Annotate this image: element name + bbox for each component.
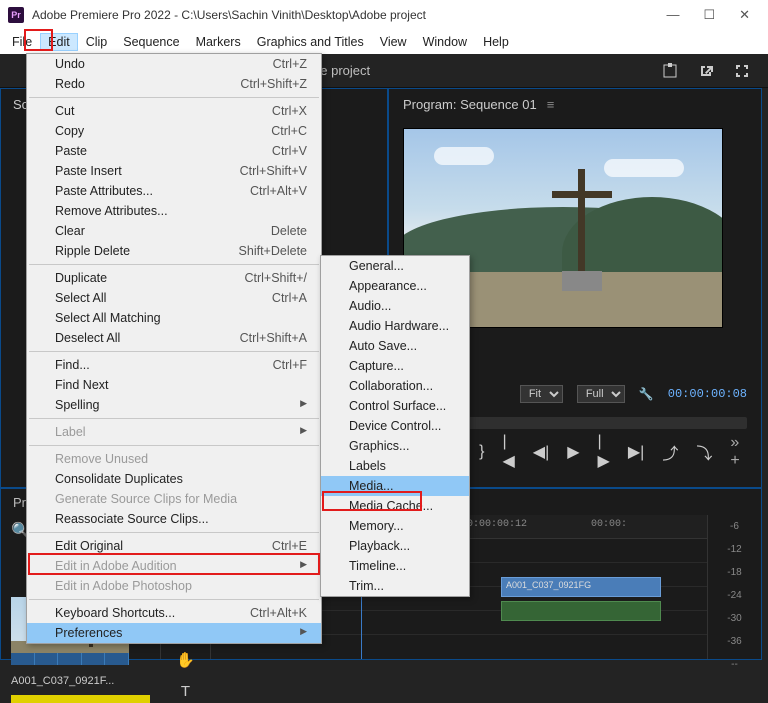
menu-markers[interactable]: Markers: [188, 33, 249, 51]
edit-menu-item[interactable]: Deselect AllCtrl+Shift+A: [27, 328, 321, 348]
prefs-submenu-item[interactable]: Audio...: [321, 296, 469, 316]
edit-menu: UndoCtrl+ZRedoCtrl+Shift+Z CutCtrl+XCopyC…: [26, 53, 322, 644]
edit-menu-item: Generate Source Clips for Media: [27, 489, 321, 509]
prefs-submenu-item[interactable]: Media Cache...: [321, 496, 469, 516]
prefs-submenu-item[interactable]: Collaboration...: [321, 376, 469, 396]
export-icon[interactable]: [698, 63, 714, 79]
edit-menu-item[interactable]: PasteCtrl+V: [27, 141, 321, 161]
extract-icon[interactable]: ⤵: [696, 440, 712, 464]
edit-menu-item[interactable]: Remove Attributes...: [27, 201, 321, 221]
edit-menu-item[interactable]: ClearDelete: [27, 221, 321, 241]
more-icon[interactable]: » +: [730, 434, 747, 470]
step-forward-icon[interactable]: |▶: [598, 433, 610, 471]
edit-menu-item[interactable]: Paste Attributes...Ctrl+Alt+V: [27, 181, 321, 201]
prefs-submenu-item[interactable]: Media...: [321, 476, 469, 496]
menu-graphics[interactable]: Graphics and Titles: [249, 33, 372, 51]
add-workspace-icon[interactable]: [662, 63, 678, 79]
prefs-submenu-item[interactable]: Audio Hardware...: [321, 316, 469, 336]
prefs-submenu-item[interactable]: Playback...: [321, 536, 469, 556]
fit-select[interactable]: Fit: [520, 385, 563, 403]
timecode-right: 00:00:00:08: [668, 387, 747, 401]
settings-icon[interactable]: 🔧: [639, 387, 654, 401]
resolution-select[interactable]: Full: [577, 385, 625, 403]
edit-menu-item[interactable]: RedoCtrl+Shift+Z: [27, 74, 321, 94]
menu-help[interactable]: Help: [475, 33, 517, 51]
audio-clip[interactable]: [501, 601, 661, 621]
edit-menu-item[interactable]: Paste InsertCtrl+Shift+V: [27, 161, 321, 181]
lift-icon[interactable]: ⤴: [662, 440, 678, 464]
prefs-submenu-item[interactable]: Labels: [321, 456, 469, 476]
menu-bar: File Edit Clip Sequence Markers Graphics…: [0, 30, 768, 54]
edit-menu-item[interactable]: UndoCtrl+Z: [27, 54, 321, 74]
clip-selection-bar: [11, 695, 150, 703]
edit-menu-item[interactable]: Preferences▶: [27, 623, 321, 643]
edit-menu-item[interactable]: Find Next: [27, 375, 321, 395]
edit-menu-item: Label▶: [27, 422, 321, 442]
mark-out-icon[interactable]: }: [479, 443, 484, 461]
prefs-submenu-item[interactable]: General...: [321, 256, 469, 276]
menu-view[interactable]: View: [372, 33, 415, 51]
program-header: Program: Sequence 01: [403, 97, 537, 112]
edit-menu-item: Edit in Adobe Photoshop: [27, 576, 321, 596]
edit-menu-item[interactable]: Keyboard Shortcuts...Ctrl+Alt+K: [27, 603, 321, 623]
edit-menu-item[interactable]: Find...Ctrl+F: [27, 355, 321, 375]
fullscreen-icon[interactable]: [734, 63, 750, 79]
edit-menu-item[interactable]: CopyCtrl+C: [27, 121, 321, 141]
window-title: Adobe Premiere Pro 2022 - C:\Users\Sachi…: [32, 8, 426, 22]
app-icon: Pr: [8, 7, 24, 23]
prefs-submenu-item[interactable]: Timeline...: [321, 556, 469, 576]
edit-menu-item[interactable]: DuplicateCtrl+Shift+/: [27, 268, 321, 288]
minimize-button[interactable]: —: [666, 7, 679, 23]
edit-menu-item[interactable]: Edit OriginalCtrl+E: [27, 536, 321, 556]
prefs-submenu-item[interactable]: Trim...: [321, 576, 469, 596]
edit-menu-item[interactable]: Select AllCtrl+A: [27, 288, 321, 308]
prefs-submenu-item[interactable]: Auto Save...: [321, 336, 469, 356]
edit-menu-item[interactable]: Spelling▶: [27, 395, 321, 415]
title-bar: Pr Adobe Premiere Pro 2022 - C:\Users\Sa…: [0, 0, 768, 30]
edit-menu-item[interactable]: Select All Matching: [27, 308, 321, 328]
clip-label: A001_C037_0921F...: [1, 671, 160, 691]
menu-file[interactable]: File: [4, 33, 40, 51]
menu-clip[interactable]: Clip: [78, 33, 116, 51]
prefs-submenu-item[interactable]: Control Surface...: [321, 396, 469, 416]
edit-menu-item[interactable]: CutCtrl+X: [27, 101, 321, 121]
hand-tool-icon[interactable]: ✋: [177, 651, 195, 669]
close-button[interactable]: ✕: [739, 7, 750, 23]
prefs-submenu-item[interactable]: Graphics...: [321, 436, 469, 456]
edit-menu-item[interactable]: Consolidate Duplicates: [27, 469, 321, 489]
go-to-out-icon[interactable]: ▶|: [628, 442, 644, 462]
panel-menu-icon[interactable]: ≡: [547, 97, 555, 112]
menu-window[interactable]: Window: [415, 33, 475, 51]
prefs-submenu-item[interactable]: Memory...: [321, 516, 469, 536]
menu-sequence[interactable]: Sequence: [115, 33, 187, 51]
audio-meter: -6 -12 -18 -24 -30 -36 --: [707, 515, 761, 659]
step-back-icon[interactable]: ◀|: [533, 442, 549, 462]
go-to-in-icon[interactable]: |◀: [502, 433, 514, 471]
maximize-button[interactable]: ☐: [703, 7, 715, 23]
play-icon[interactable]: ▶: [567, 442, 579, 462]
preferences-submenu: General...Appearance...Audio...Audio Har…: [320, 255, 470, 597]
edit-menu-item: Edit in Adobe Audition▶: [27, 556, 321, 576]
prefs-submenu-item[interactable]: Capture...: [321, 356, 469, 376]
prefs-submenu-item[interactable]: Appearance...: [321, 276, 469, 296]
timeline-clip[interactable]: A001_C037_0921FG: [506, 580, 591, 590]
edit-menu-item[interactable]: Reassociate Source Clips...: [27, 509, 321, 529]
menu-edit[interactable]: Edit: [40, 33, 78, 51]
edit-menu-item[interactable]: Ripple DeleteShift+Delete: [27, 241, 321, 261]
edit-menu-item: Remove Unused: [27, 449, 321, 469]
type-tool-icon[interactable]: T: [177, 683, 195, 700]
prefs-submenu-item[interactable]: Device Control...: [321, 416, 469, 436]
